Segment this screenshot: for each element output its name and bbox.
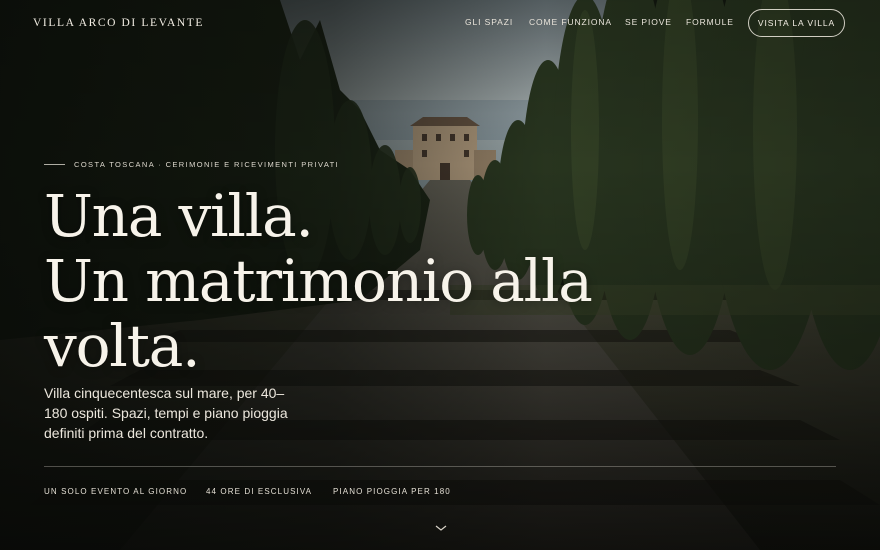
eyebrow-divider	[44, 164, 65, 165]
headline-line-3: volta.	[44, 312, 201, 380]
hero-section: VILLA ARCO DI LEVANTE GLI SPAZI COME FUN…	[0, 0, 880, 550]
stat-single-event: UN SOLO EVENTO AL GIORNO	[44, 487, 188, 496]
stat-rain-plan: PIANO PIOGGIA PER 180	[333, 487, 451, 496]
headline-line-1: Una villa.	[44, 182, 314, 250]
visit-villa-button[interactable]: VISITA LA VILLA	[748, 9, 845, 37]
nav-link-come-funziona[interactable]: COME FUNZIONA	[529, 17, 612, 27]
headline-line-2: Un matrimonio alla	[44, 247, 593, 315]
hero-description: Villa cinquecentesca sul mare, per 40–18…	[44, 385, 288, 441]
stats-divider	[44, 466, 836, 467]
stat-exclusive-hours: 44 ORE DI ESCLUSIVA	[206, 487, 313, 496]
hero-headline: Una villa. Un matrimonio alla volta.	[44, 184, 664, 379]
nav-link-gli-spazi[interactable]: GLI SPAZI	[465, 17, 513, 27]
nav-link-formule[interactable]: FORMULE	[686, 17, 734, 27]
nav-link-se-piove[interactable]: SE PIOVE	[625, 17, 672, 27]
visit-villa-button-label: VISITA LA VILLA	[757, 18, 836, 28]
hero-eyebrow: COSTA TOSCANA · CERIMONIE E RICEVIMENTI …	[74, 160, 340, 169]
site-logo[interactable]: VILLA ARCO DI LEVANTE	[33, 17, 204, 29]
chevron-down-icon[interactable]	[434, 523, 448, 533]
